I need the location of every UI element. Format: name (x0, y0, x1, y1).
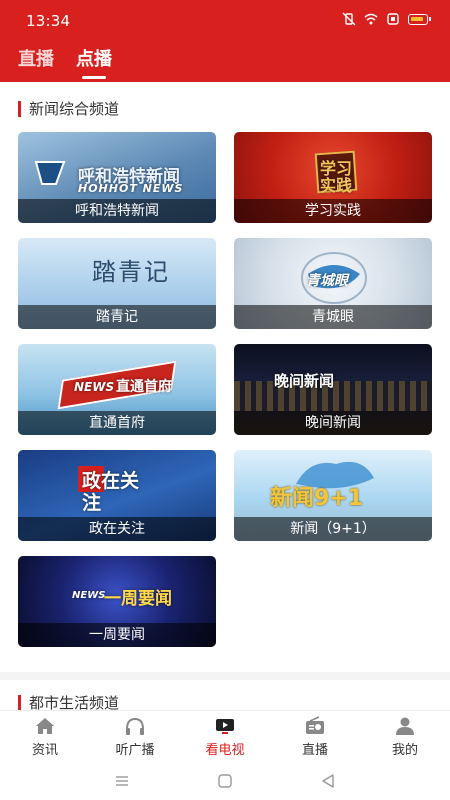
nav-label: 直播 (301, 742, 328, 758)
nav-label: 听广播 (115, 742, 155, 758)
nav-item-watch-tv[interactable]: 看电视 (180, 711, 270, 762)
content-area[interactable]: 新闻综合频道 呼和浩特新闻 HOHHOT NEWS 呼和浩特新闻 学习实践 学习… (0, 82, 450, 710)
program-name: 政在关注 (18, 517, 216, 541)
thumb-title: 政在关注 (82, 470, 140, 514)
nav-item-mine[interactable]: 我的 (360, 711, 450, 762)
top-tabs: 直播 点播 (18, 45, 112, 79)
mute-vibrate-icon (342, 12, 356, 26)
bottom-nav: 资讯 听广播 看电视 直播 我的 (0, 710, 450, 762)
nav-item-news[interactable]: 资讯 (0, 711, 90, 762)
program-card[interactable]: 政在关注 政在关注 (18, 450, 216, 541)
thumb-subtitle: NEWS (74, 380, 115, 394)
nav-label: 资讯 (31, 742, 58, 758)
tab-live[interactable]: 直播 (18, 45, 54, 79)
thumb-title: 青城眼 (306, 273, 348, 289)
section-title-urban: 都市生活频道 (18, 692, 119, 710)
program-card[interactable]: 学习实践 学习实践 (234, 132, 432, 223)
battery-icon (408, 13, 431, 25)
back-icon[interactable] (320, 773, 336, 789)
program-card[interactable]: 新闻9+1 新闻（9+1） (234, 450, 432, 541)
radio-icon (306, 715, 324, 734)
thumb-title: 新闻9+1 (270, 486, 364, 511)
program-name: 一周要闻 (18, 623, 216, 647)
status-bar: 13:34 (0, 0, 450, 40)
home-square-icon[interactable] (217, 773, 233, 789)
nav-label: 看电视 (205, 742, 245, 758)
section-title-text: 新闻综合频道 (29, 100, 120, 118)
menu-icon[interactable] (114, 773, 130, 789)
status-time: 13:34 (26, 12, 71, 30)
program-name: 青城眼 (234, 305, 432, 329)
wifi-icon (364, 13, 378, 25)
program-name: 学习实践 (234, 199, 432, 223)
app-screen: 13:34 直播 点播 新闻综合频道 呼和浩特新闻 HOHHOT NEWS 呼和… (0, 0, 450, 800)
program-card[interactable]: 呼和浩特新闻 HOHHOT NEWS 呼和浩特新闻 (18, 132, 216, 223)
thumb-subtitle: HOHHOT NEWS (78, 182, 184, 195)
status-icons (342, 12, 431, 26)
nav-label: 我的 (391, 742, 418, 758)
section-marker (18, 694, 21, 710)
thumb-title: 踏青记 (92, 258, 170, 286)
headphones-icon (126, 717, 144, 735)
program-name: 晚间新闻 (234, 411, 432, 435)
thumb-title: 一周要闻 (104, 589, 172, 609)
nav-item-live[interactable]: 直播 (270, 711, 360, 762)
thumb-subtitle: NEWS (72, 590, 106, 601)
tab-on-demand[interactable]: 点播 (76, 45, 112, 79)
thumb-title: 晚间新闻 (274, 372, 335, 390)
thumb-title: 学习实践 (319, 159, 352, 195)
program-name: 新闻（9+1） (234, 517, 432, 541)
program-card[interactable]: 晚间新闻 晚间新闻 (234, 344, 432, 435)
home-icon (36, 717, 54, 734)
program-card[interactable]: 青城眼 青城眼 (234, 238, 432, 329)
program-card[interactable]: NEWS 一周要闻 一周要闻 (18, 556, 216, 647)
section-divider (0, 672, 450, 680)
nav-item-radio-listen[interactable]: 听广播 (90, 711, 180, 762)
thumb-title: 直通首府 (116, 379, 172, 395)
system-nav-bar (0, 762, 450, 800)
sim-icon (387, 13, 399, 25)
program-card[interactable]: 踏青记 踏青记 (18, 238, 216, 329)
program-name: 踏青记 (18, 305, 216, 329)
program-name: 呼和浩特新闻 (18, 199, 216, 223)
program-name: 直通首府 (18, 411, 216, 435)
channel-logo-icon (34, 161, 66, 185)
section-title-text: 都市生活频道 (29, 694, 120, 710)
section-marker (18, 100, 21, 117)
section-title-news: 新闻综合频道 (18, 98, 119, 119)
app-header: 13:34 直播 点播 (0, 0, 450, 82)
program-card[interactable]: NEWS 直通首府 直通首府 (18, 344, 216, 435)
tv-icon (216, 718, 234, 734)
user-icon (396, 717, 414, 735)
